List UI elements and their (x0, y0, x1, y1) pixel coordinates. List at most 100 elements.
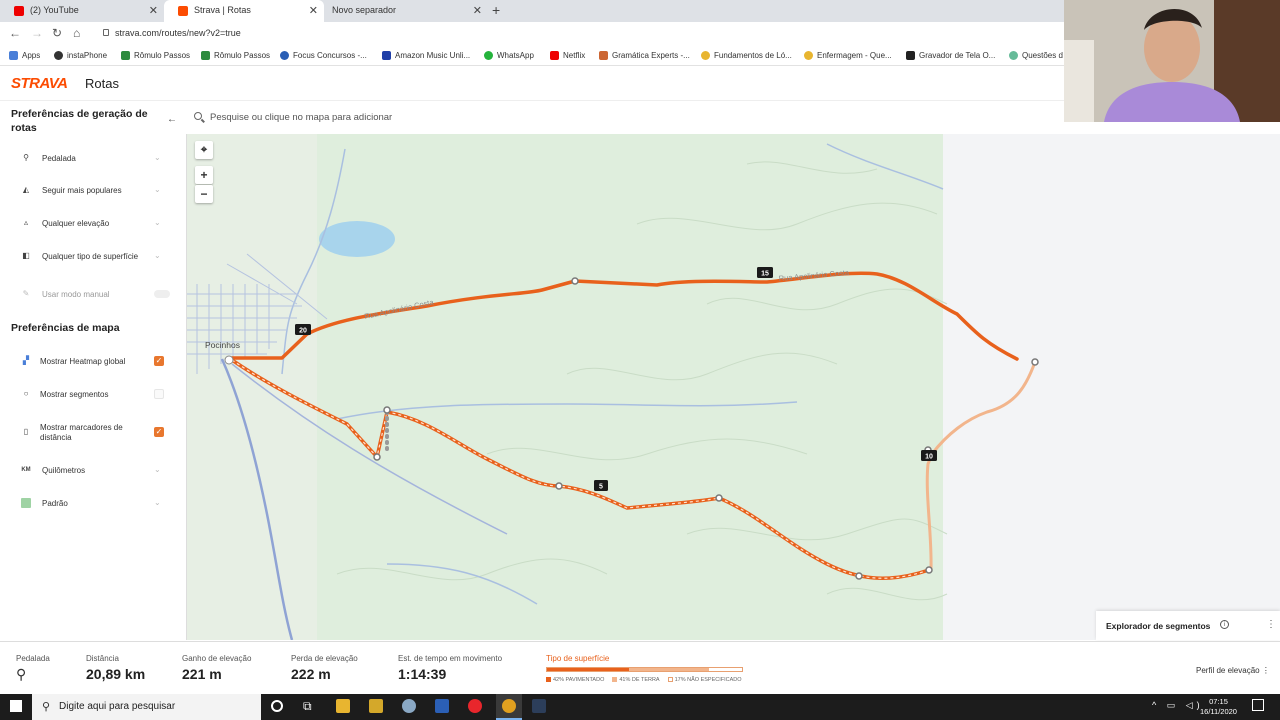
clock-date: 16/11/2020 (1200, 707, 1237, 716)
bookmark-item[interactable]: WhatsApp (484, 51, 534, 60)
bookmark-item[interactable]: Netflix (550, 51, 585, 60)
distance-marker-20: 20 (295, 324, 311, 335)
bookmark-item[interactable]: Rômulo Passos (201, 51, 270, 60)
surface-type-label: Tipo de superfície (546, 654, 610, 663)
cortana-icon[interactable] (271, 700, 283, 712)
bookmark-item[interactable]: Gravador de Tela O... (906, 51, 995, 60)
close-tab-icon[interactable]: ✕ (473, 4, 482, 17)
locate-me-button[interactable]: ⌖ (195, 141, 213, 159)
tab-youtube[interactable]: (2) YouTube ✕ (0, 0, 164, 22)
segment-explorer-panel[interactable]: Explorador de segmentos i ⋮ (1096, 611, 1280, 640)
elevation-gain-label: Ganho de elevação (182, 654, 252, 663)
app-icon[interactable] (402, 699, 416, 713)
app-icon[interactable] (532, 699, 546, 713)
bookmark-item[interactable]: Rômulo Passos (121, 51, 190, 60)
clock-time: 07:15 (1209, 697, 1228, 706)
tab-strava[interactable]: Strava | Rotas ✕ (164, 0, 324, 22)
forward-icon[interactable]: → (31, 26, 43, 40)
chrome-icon (502, 699, 516, 713)
zoom-out-button[interactable]: − (195, 185, 213, 203)
legend-swatch (546, 677, 551, 683)
bookmark-icon (121, 51, 130, 60)
map-canvas[interactable]: Rua Apolinário Costa Rua Apolinário Cost… (187, 134, 1280, 640)
segment-icon: ○ (23, 389, 29, 398)
strava-logo[interactable]: STRAVA (11, 75, 68, 92)
distance-markers-checkbox[interactable]: ✓ (154, 427, 164, 437)
collapse-sidebar-icon[interactable]: ← (167, 114, 177, 125)
zoom-in-button[interactable]: + (195, 166, 213, 184)
file-explorer-icon[interactable] (336, 699, 350, 713)
option-activity-type[interactable]: ⚲ Pedalada ⌄ (0, 148, 186, 168)
chrome-taskbar-item[interactable] (496, 694, 522, 720)
option-manual-mode[interactable]: ✎ Usar modo manual (0, 284, 186, 304)
store-icon[interactable] (369, 699, 383, 713)
elevation-loss-value: 222 m (291, 666, 331, 682)
webcam-person-image (1064, 0, 1280, 122)
windows-start-icon[interactable] (10, 700, 22, 712)
search-input[interactable] (210, 107, 710, 127)
distance-marker-15: 15 (757, 267, 773, 278)
info-icon[interactable]: i (1220, 620, 1229, 629)
popularity-icon: ◭ (22, 185, 30, 194)
option-label: Pedalada (42, 154, 76, 163)
option-popularity[interactable]: ◭ Seguir mais populares ⌄ (0, 180, 186, 200)
option-map-style[interactable]: Padrão ⌄ (0, 493, 186, 513)
new-tab-icon[interactable]: + (492, 2, 500, 18)
bookmark-icon (906, 51, 915, 60)
distance-marker-5: 5 (594, 480, 608, 491)
more-options-icon[interactable]: ⋮ (1266, 619, 1276, 630)
bookmark-item[interactable]: Focus Concursos -... (280, 51, 367, 60)
option-distance-markers[interactable]: ▯ Mostrar marcadores de distância ✓ (0, 422, 186, 448)
option-label: Quilômetros (42, 466, 86, 475)
reload-icon[interactable]: ↻ (52, 26, 62, 40)
marker-icon: ▯ (23, 427, 29, 436)
bookmark-item[interactable]: Enfermagem - Que... (804, 51, 892, 60)
bookmark-item[interactable]: instaPhone (54, 51, 107, 60)
notifications-icon[interactable] (1252, 699, 1264, 711)
task-view-icon[interactable]: ⧉ (303, 699, 312, 714)
bookmark-item[interactable]: Gramática Experts -... (599, 51, 690, 60)
route-start-marker[interactable] (224, 355, 234, 365)
back-icon[interactable]: ← (9, 26, 21, 40)
option-surface[interactable]: ◧ Qualquer tipo de superfície ⌄ (0, 246, 186, 266)
lock-icon (103, 29, 109, 36)
close-tab-icon[interactable]: ✕ (309, 4, 318, 17)
page-title: Rotas (85, 76, 119, 91)
option-heatmap[interactable]: ▞ Mostrar Heatmap global ✓ (0, 351, 186, 371)
search-icon (194, 112, 202, 120)
close-tab-icon[interactable]: ✕ (149, 4, 158, 17)
home-icon[interactable]: ⌂ (73, 26, 80, 40)
bookmark-item[interactable]: Questões d (1009, 51, 1063, 60)
taskbar-search-placeholder: Digite aqui para pesquisar (59, 701, 176, 712)
search-icon: ⚲ (42, 701, 51, 713)
taskbar-clock[interactable]: 07:15 16/11/2020 (1200, 697, 1237, 717)
option-segments[interactable]: ○ Mostrar segmentos (0, 384, 186, 404)
option-units[interactable]: KM Quilômetros ⌄ (0, 460, 186, 480)
surface-type-bar (546, 667, 743, 672)
elevation-profile-button[interactable]: Perfil de elevação ⋮ (1196, 666, 1270, 675)
segments-checkbox[interactable] (154, 389, 164, 399)
manual-mode-toggle[interactable] (154, 290, 170, 298)
chevron-down-icon: ⌄ (154, 251, 161, 260)
heatmap-checkbox[interactable]: ✓ (154, 356, 164, 366)
bookmark-item[interactable]: Amazon Music Unli... (382, 51, 470, 60)
option-elevation[interactable]: ▵ Qualquer elevação ⌄ (0, 213, 186, 233)
tab-title: Strava | Rotas (194, 5, 251, 15)
word-icon[interactable] (435, 699, 449, 713)
route-map[interactable]: Rua Apolinário Costa Rua Apolinário Cost… (186, 134, 1280, 640)
option-label: Seguir mais populares (42, 186, 122, 195)
route-east-dirt[interactable] (925, 361, 1037, 570)
bookmark-icon (1009, 51, 1018, 60)
tab-new[interactable]: Novo separador ✕ (324, 0, 488, 22)
chevron-down-icon: ⌄ (154, 465, 161, 474)
bookmark-item[interactable]: Fundamentos de Ló... (701, 51, 792, 60)
taskbar-search-box[interactable]: ⚲ Digite aqui para pesquisar (32, 694, 261, 720)
bookmark-icon (804, 51, 813, 60)
option-label: Usar modo manual (42, 290, 110, 299)
opera-icon[interactable] (468, 699, 482, 713)
system-tray-icons[interactable]: ^ ▭ ◁) (1152, 700, 1204, 711)
bookmark-item[interactable]: Apps (9, 51, 40, 60)
url-field[interactable]: strava.com/routes/new?v2=true (115, 28, 241, 38)
bookmark-icon (201, 51, 210, 60)
youtube-icon (14, 6, 24, 16)
